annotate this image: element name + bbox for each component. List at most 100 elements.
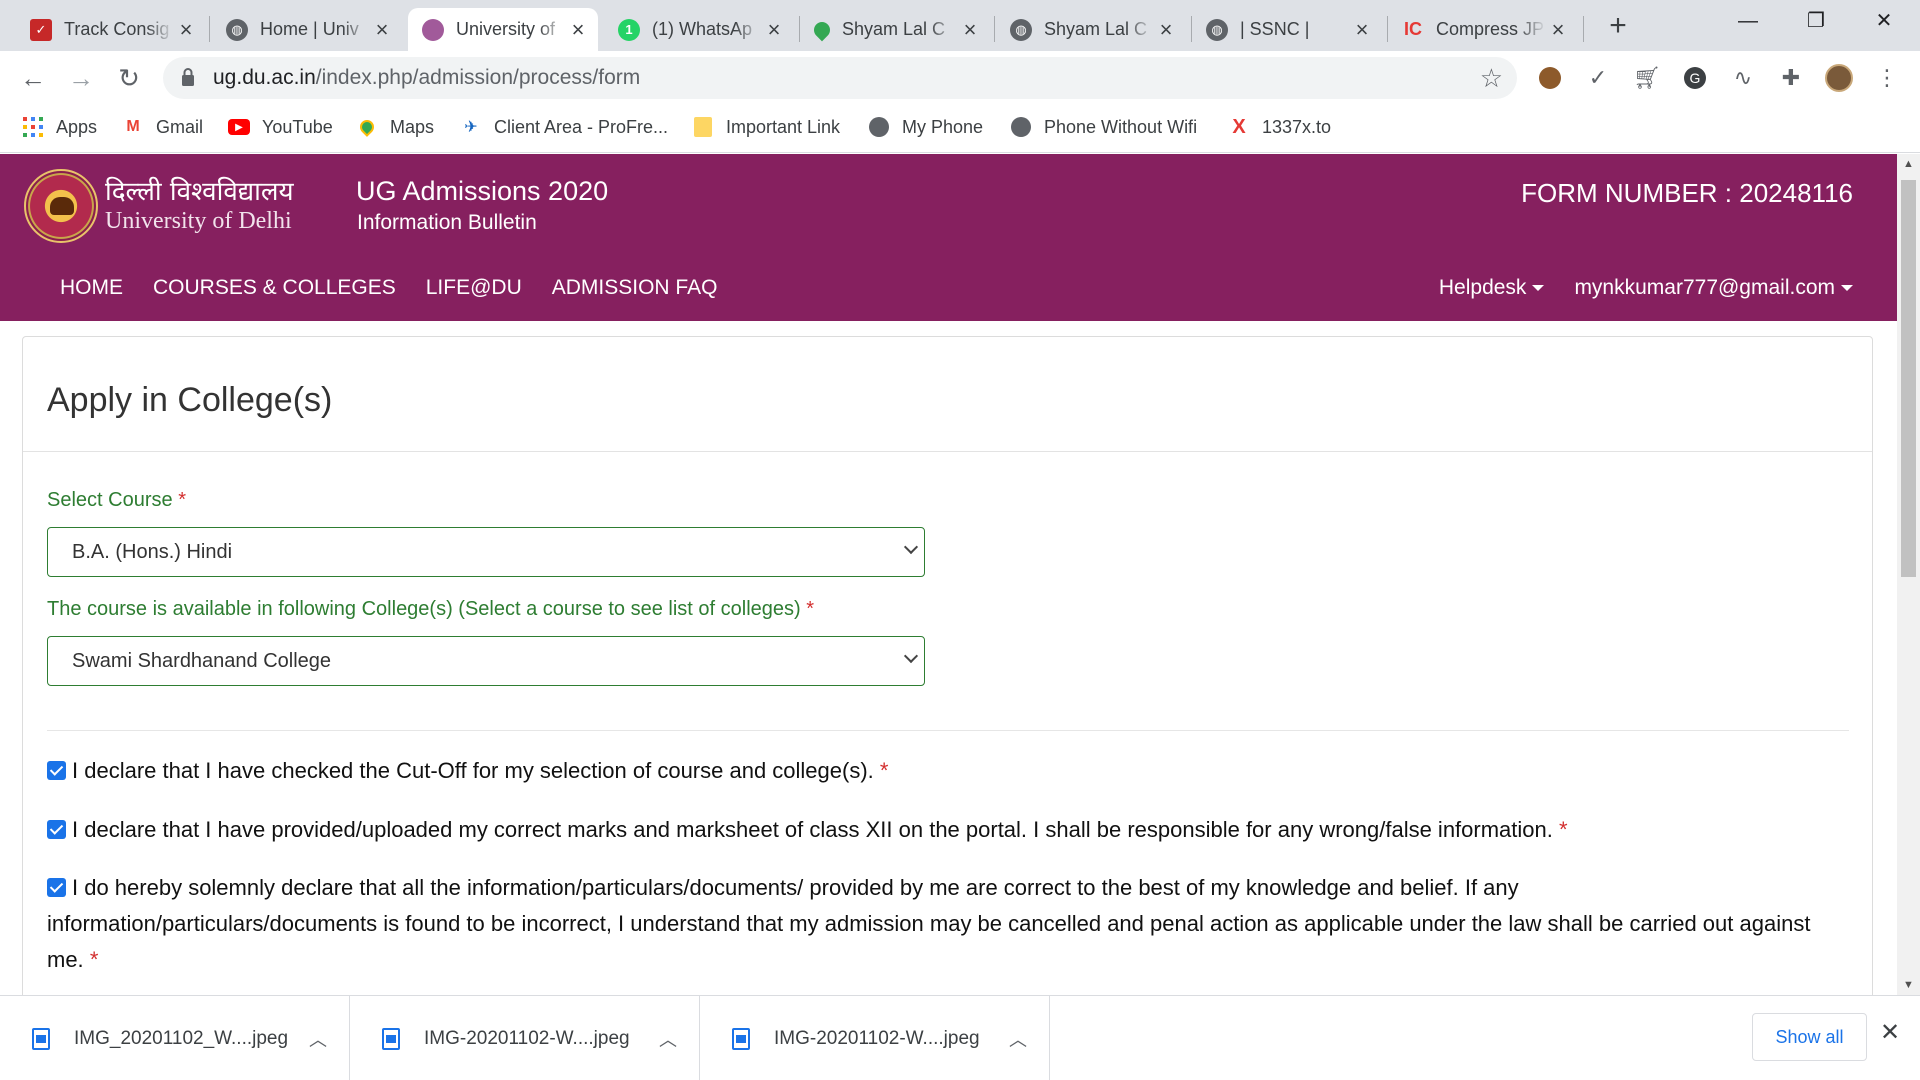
- chevron-up-icon[interactable]: ︿: [1003, 1026, 1033, 1052]
- close-icon[interactable]: ×: [762, 17, 786, 43]
- window-close-button[interactable]: ✕: [1854, 0, 1914, 44]
- chevron-up-icon[interactable]: ︿: [303, 1026, 333, 1052]
- required-mark: *: [806, 598, 815, 620]
- grammar-extension-icon[interactable]: G: [1680, 63, 1710, 93]
- download-filename: IMG-20201102-W....jpeg: [424, 1027, 630, 1049]
- college-select[interactable]: Swami Shardhanand College: [47, 636, 925, 686]
- extensions-puzzle-icon[interactable]: ✚: [1776, 63, 1806, 93]
- scroll-down-icon[interactable]: ▼: [1903, 979, 1914, 991]
- page-scrollbar[interactable]: ▲ ▼: [1897, 154, 1920, 995]
- course-label: Select Course *: [47, 489, 186, 512]
- bookmark-client-area[interactable]: ✈ Client Area - ProFre...: [460, 116, 668, 138]
- college-label: The course is available in following Col…: [47, 598, 814, 621]
- bookmark-my-phone[interactable]: My Phone: [868, 116, 983, 138]
- bookmark-youtube[interactable]: ▶ YouTube: [228, 116, 333, 138]
- url-text: ug.du.ac.in/index.php/admission/process/…: [213, 66, 641, 89]
- globe-icon: ◍: [226, 18, 248, 41]
- scroll-up-icon[interactable]: ▲: [1903, 158, 1914, 170]
- user-dropdown[interactable]: mynkkumar777@gmail.com: [1574, 276, 1853, 300]
- declaration-checkbox[interactable]: [47, 761, 66, 780]
- new-tab-button[interactable]: +: [1600, 8, 1636, 44]
- helpdesk-dropdown[interactable]: Helpdesk: [1439, 276, 1545, 300]
- minimize-button[interactable]: —: [1718, 0, 1778, 44]
- bookmark-phone-without-wifi[interactable]: Phone Without Wifi: [1010, 116, 1197, 138]
- bookmarks-bar: Apps M Gmail ▶ YouTube Maps ✈ Client Are…: [0, 105, 1920, 153]
- site-name-hindi: दिल्ली विश्वविद्यालय: [105, 177, 294, 207]
- download-shelf: IMG_20201102_W....jpeg ︿ IMG-20201102-W.…: [0, 995, 1920, 1080]
- address-bar[interactable]: ug.du.ac.in/index.php/admission/process/…: [163, 57, 1517, 99]
- tab-whatsapp[interactable]: 1 (1) WhatsAp ×: [604, 8, 794, 51]
- tab-ssnc[interactable]: ◍ | SSNC | ×: [1192, 8, 1382, 51]
- helpdesk-label: Helpdesk: [1438, 276, 1527, 299]
- chevron-down-icon: [1841, 285, 1853, 292]
- reload-button[interactable]: ↻: [110, 59, 148, 97]
- bookmark-1337x[interactable]: X 1337x.to: [1228, 116, 1331, 138]
- divider: [47, 730, 1849, 731]
- nav-life-at-du[interactable]: LIFE@DU: [426, 276, 522, 300]
- pulse-extension-icon[interactable]: ∿: [1728, 63, 1758, 93]
- close-icon[interactable]: ×: [1154, 17, 1178, 43]
- declaration-checkbox[interactable]: [47, 820, 66, 839]
- tab-title: (1) WhatsAp: [652, 19, 753, 39]
- tab-university-of-delhi[interactable]: University of ×: [408, 8, 598, 51]
- user-email: mynkkumar777@gmail.com: [1574, 276, 1835, 299]
- close-icon[interactable]: ×: [958, 17, 982, 43]
- image-file-icon: [32, 1027, 50, 1050]
- close-icon[interactable]: ×: [1350, 17, 1374, 43]
- college-label-text: The course is available in following Col…: [47, 598, 801, 620]
- bookmark-important-link[interactable]: Important Link: [692, 116, 840, 138]
- download-item[interactable]: IMG_20201102_W....jpeg ︿: [0, 996, 350, 1080]
- bookmark-gmail[interactable]: M Gmail: [122, 116, 203, 138]
- tab-shyam-lal-maps[interactable]: Shyam Lal C ×: [800, 8, 990, 51]
- bookmark-star-icon[interactable]: ☆: [1480, 63, 1503, 94]
- forward-button[interactable]: →: [62, 59, 100, 97]
- close-icon[interactable]: ✕: [1880, 1018, 1900, 1047]
- bookmark-maps[interactable]: Maps: [356, 116, 434, 138]
- bookmark-label: 1337x.to: [1262, 116, 1332, 137]
- nav-courses-colleges[interactable]: COURSES & COLLEGES: [153, 276, 396, 300]
- chevron-down-icon: [903, 539, 919, 555]
- tab-title: Shyam Lal C: [1044, 19, 1148, 39]
- page-title: Apply in College(s): [47, 381, 333, 419]
- close-icon[interactable]: ×: [1546, 17, 1570, 43]
- nav-home[interactable]: HOME: [60, 276, 123, 300]
- bookmark-label: YouTube: [262, 116, 333, 137]
- site-subtitle[interactable]: Information Bulletin: [357, 211, 537, 235]
- profile-avatar[interactable]: [1824, 63, 1854, 93]
- tab-shyam-lal[interactable]: ◍ Shyam Lal C ×: [996, 8, 1186, 51]
- declaration-marks: I declare that I have provided/uploaded …: [47, 812, 1827, 848]
- show-all-button[interactable]: Show all: [1752, 1013, 1867, 1061]
- declaration-checkbox[interactable]: [47, 878, 66, 897]
- close-icon[interactable]: ×: [174, 17, 198, 43]
- course-select-value: B.A. (Hons.) Hindi: [72, 541, 233, 563]
- cart-extension-icon[interactable]: 🛒︎: [1632, 63, 1662, 93]
- tab-home-univ[interactable]: ◍ Home | Univ ×: [212, 8, 402, 51]
- globe-icon: ◍: [1010, 18, 1032, 41]
- nav-admission-faq[interactable]: ADMISSION FAQ: [552, 276, 718, 300]
- close-icon[interactable]: ×: [566, 17, 590, 43]
- download-item[interactable]: IMG-20201102-W....jpeg ︿: [350, 996, 700, 1080]
- ic-icon: IC: [1404, 19, 1422, 39]
- bookmark-label: Maps: [390, 116, 435, 137]
- site-name-english: University of Delhi: [105, 208, 292, 234]
- scrollbar-thumb[interactable]: [1901, 180, 1916, 577]
- tab-title: Track Consig: [64, 19, 170, 39]
- du-logo[interactable]: [24, 169, 98, 243]
- menu-dots-icon[interactable]: ⋮: [1872, 63, 1902, 93]
- declaration-text: I do hereby solemnly declare that all th…: [47, 875, 1811, 972]
- bookmark-apps[interactable]: Apps: [22, 116, 97, 138]
- tab-track-consignment[interactable]: ✓ Track Consig ×: [16, 8, 206, 51]
- chevron-up-icon[interactable]: ︿: [653, 1026, 683, 1052]
- back-button[interactable]: ←: [14, 59, 52, 97]
- download-item[interactable]: IMG-20201102-W....jpeg ︿: [700, 996, 1050, 1080]
- chevron-down-icon: [1532, 285, 1545, 292]
- restore-button[interactable]: ❐: [1786, 0, 1846, 44]
- tab-compress-jpeg[interactable]: IC Compress JP ×: [1388, 8, 1578, 51]
- close-icon[interactable]: ×: [370, 17, 394, 43]
- course-select[interactable]: B.A. (Hons.) Hindi: [47, 527, 925, 577]
- globe-icon: [1010, 116, 1032, 138]
- form-number: FORM NUMBER : 20248116: [1521, 178, 1853, 208]
- checkmark-extension-icon[interactable]: ✓: [1583, 63, 1613, 93]
- tab-title: Shyam Lal C: [842, 19, 946, 39]
- cookie-extension-icon[interactable]: [1535, 63, 1565, 93]
